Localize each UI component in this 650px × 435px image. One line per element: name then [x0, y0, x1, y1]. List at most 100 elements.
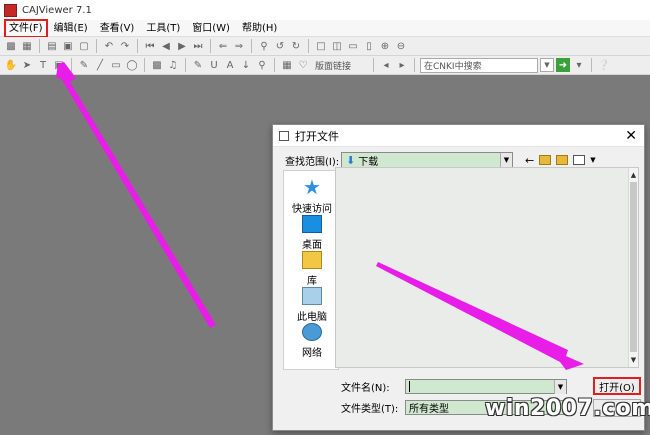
close-icon[interactable]: ✕	[625, 128, 637, 144]
strike-icon[interactable]: A	[223, 58, 237, 72]
zoom-in-icon[interactable]: ⊕	[378, 39, 392, 53]
print-icon[interactable]: ▤	[45, 39, 59, 53]
filename-input[interactable]: ▼	[405, 378, 567, 394]
single-page-icon[interactable]: □	[314, 39, 328, 53]
star-icon: ★	[303, 175, 321, 199]
menu-tools[interactable]: 工具(T)	[140, 21, 186, 36]
download-folder-icon: ⬇	[346, 153, 356, 167]
search-dropdown-icon[interactable]: ▼	[540, 58, 554, 72]
line-icon[interactable]: ╱	[93, 58, 107, 72]
up-folder-icon[interactable]	[539, 155, 552, 165]
lookin-label: 查找范围(I):	[285, 156, 340, 168]
rectangle-icon[interactable]: ▭	[109, 58, 123, 72]
redo-icon[interactable]: ↷	[118, 39, 132, 53]
save-icon[interactable]: ▦	[20, 39, 34, 53]
scroll-up-icon[interactable]: ▲	[629, 170, 638, 180]
watermark: win2007.com	[485, 396, 650, 421]
layout-icon[interactable]: ▦	[280, 58, 294, 72]
place-label: 库	[307, 276, 317, 287]
dialog-nav-icons: ← ▼	[525, 154, 596, 167]
toolbar-separator	[414, 58, 415, 72]
scroll-down-icon[interactable]: ▼	[629, 355, 638, 365]
back-arrow-icon[interactable]: ←	[525, 154, 534, 167]
ellipse-icon[interactable]: ◯	[125, 58, 139, 72]
paste-icon[interactable]: ▢	[77, 39, 91, 53]
undo-icon[interactable]: ↶	[102, 39, 116, 53]
cnki-search-input[interactable]: 在CNKI中搜索	[420, 57, 538, 73]
place-desktop[interactable]: 桌面	[284, 215, 340, 251]
note-icon[interactable]: ▩	[150, 58, 164, 72]
view-menu-icon[interactable]	[573, 155, 586, 165]
toolbar-separator	[39, 39, 40, 53]
chevron-down-icon[interactable]: ▼	[590, 156, 595, 164]
text-select-icon[interactable]: T	[36, 58, 50, 72]
lookin-select[interactable]: ⬇ 下载 ▼	[341, 152, 513, 168]
dialog-title: 打开文件	[295, 129, 339, 143]
search-text-icon[interactable]: ⚲	[255, 58, 269, 72]
place-library[interactable]: 库	[284, 251, 340, 287]
open-button[interactable]: 打开(O)	[593, 377, 641, 395]
annotation-icon[interactable]: ↓	[239, 58, 253, 72]
open-folder-icon[interactable]: ▩	[4, 39, 18, 53]
forward-icon[interactable]: ⇒	[232, 39, 246, 53]
music-icon[interactable]: ♫	[166, 58, 180, 72]
fit-page-icon[interactable]: ▯	[362, 39, 376, 53]
toolbar-separator	[144, 58, 145, 72]
new-folder-icon[interactable]	[556, 155, 569, 165]
place-label: 网络	[302, 348, 322, 359]
toolbar-separator	[210, 39, 211, 53]
computer-icon	[302, 287, 322, 305]
menu-window[interactable]: 窗口(W)	[186, 21, 236, 36]
place-this-pc[interactable]: 此电脑	[284, 287, 340, 323]
toolbar-separator	[251, 39, 252, 53]
toolbar-separator	[373, 58, 374, 72]
zoom-icon[interactable]: ⚲	[257, 39, 271, 53]
fit-width-icon[interactable]: ▭	[346, 39, 360, 53]
select-arrow-icon[interactable]: ➤	[20, 58, 34, 72]
chevron-down-icon[interactable]: ▼	[554, 379, 566, 394]
toolbar-separator	[96, 39, 97, 53]
layout-link-button[interactable]: 版面链接	[312, 57, 368, 73]
scroll-thumb[interactable]	[630, 182, 637, 352]
place-label: 快速访问	[292, 204, 332, 215]
file-list[interactable]: ▲ ▼	[335, 167, 639, 368]
rotate-left-icon[interactable]: ↺	[273, 39, 287, 53]
file-list-scrollbar[interactable]: ▲ ▼	[628, 168, 638, 367]
snapshot-icon[interactable]: ▣	[52, 58, 66, 72]
highlight-icon[interactable]: ✎	[191, 58, 205, 72]
menu-edit[interactable]: 编辑(E)	[48, 21, 94, 36]
app-icon	[4, 3, 17, 17]
menu-bar: 文件(F) 编辑(E) 查看(V) 工具(T) 窗口(W) 帮助(H)	[0, 18, 650, 38]
go-search-icon[interactable]: ➜	[556, 58, 570, 72]
menu-file[interactable]: 文件(F)	[4, 18, 48, 38]
network-icon	[302, 323, 322, 341]
toolbar-separator	[185, 58, 186, 72]
chevron-down-icon[interactable]: ▼	[500, 153, 512, 167]
place-network[interactable]: 网络	[284, 323, 340, 359]
double-page-icon[interactable]: ◫	[330, 39, 344, 53]
underline-icon[interactable]: U	[207, 58, 221, 72]
rotate-right-icon[interactable]: ↻	[289, 39, 303, 53]
toolbar-separator	[137, 39, 138, 53]
places-bar: ★ 快速访问 桌面 库 此电脑 网络	[283, 170, 339, 370]
link-icon[interactable]: ♡	[296, 58, 310, 72]
prev-result-icon[interactable]: ◂	[379, 58, 393, 72]
zoom-out-icon[interactable]: ⊖	[394, 39, 408, 53]
menu-view[interactable]: 查看(V)	[94, 21, 141, 36]
help-icon[interactable]: ❔	[597, 58, 611, 72]
prev-page-icon[interactable]: ◀	[159, 39, 173, 53]
next-result-icon[interactable]: ▸	[395, 58, 409, 72]
back-icon[interactable]: ⇐	[216, 39, 230, 53]
hand-tool-icon[interactable]: ✋	[4, 58, 18, 72]
pen-icon[interactable]: ✎	[77, 58, 91, 72]
toolbar-separator	[308, 39, 309, 53]
tools-toolbar: ✋ ➤ T ▣ ✎ ╱ ▭ ◯ ▩ ♫ ✎ U A ↓ ⚲ ▦ ♡ 版面链接 ◂…	[0, 56, 650, 75]
menu-help[interactable]: 帮助(H)	[236, 21, 283, 36]
first-page-icon[interactable]: ⏮	[143, 39, 157, 53]
chevron-down-icon[interactable]: ▾	[572, 58, 586, 72]
place-quick-access[interactable]: ★ 快速访问	[284, 177, 340, 215]
open-file-dialog: 打开文件 ✕ 查找范围(I): ⬇ 下载 ▼ ← ▼ ★ 快速访问 桌面 库 此…	[272, 124, 645, 431]
next-page-icon[interactable]: ▶	[175, 39, 189, 53]
last-page-icon[interactable]: ⏭	[191, 39, 205, 53]
copy-icon[interactable]: ▣	[61, 39, 75, 53]
